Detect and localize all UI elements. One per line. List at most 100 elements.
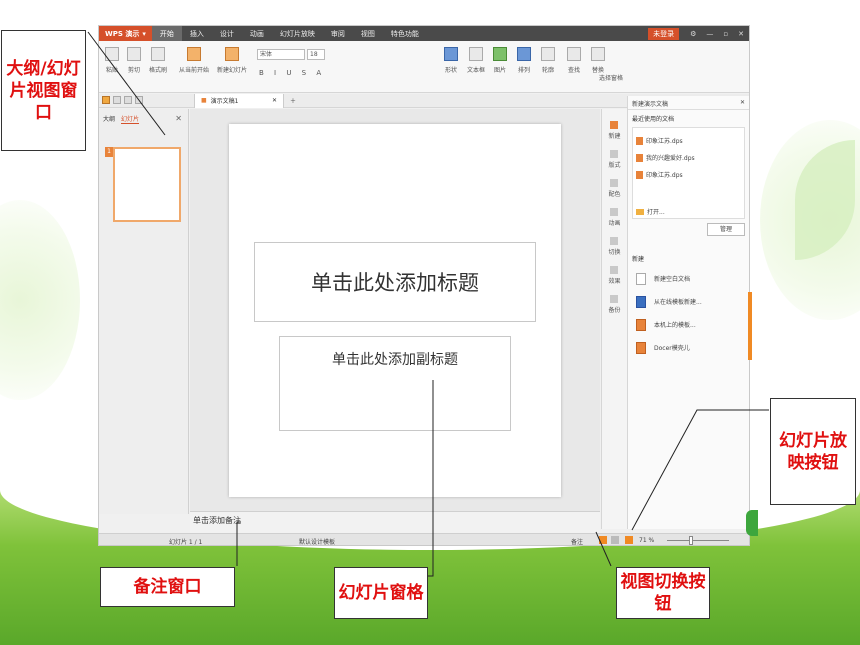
title-placeholder[interactable]: 单击此处添加标题	[254, 242, 536, 322]
print-icon[interactable]	[135, 96, 143, 104]
callout-slideshow-button: 幻灯片放映按钮	[770, 398, 856, 505]
shape-icon	[444, 47, 458, 61]
format-painter-button[interactable]: 格式刷	[149, 47, 167, 74]
sorter-view-icon[interactable]	[611, 536, 619, 544]
quick-access-toolbar	[102, 96, 143, 104]
dps-file-icon	[636, 170, 643, 179]
notes-toggle-button[interactable]: 备注	[571, 537, 583, 545]
new-local-template-item[interactable]: 本机上的模板...	[628, 313, 749, 336]
tab-home[interactable]: 开始	[151, 26, 182, 41]
side-backup-button[interactable]: 备份	[608, 295, 621, 314]
slideshow-icon[interactable]	[625, 536, 633, 544]
picture-button[interactable]: 图片	[493, 47, 507, 74]
textbox-icon	[469, 47, 483, 61]
tab-insert[interactable]: 插入	[182, 26, 212, 41]
animation-icon	[610, 208, 619, 216]
paste-button[interactable]: 粘贴	[105, 47, 119, 74]
close-pane-icon[interactable]: ✕	[175, 114, 182, 123]
new-slide-button[interactable]: 新建幻灯片	[217, 47, 247, 74]
font-name-select[interactable]: 宋体	[257, 49, 305, 60]
green-edge-decoration	[746, 510, 758, 536]
add-tab-icon[interactable]: ＋	[290, 96, 296, 105]
chevron-down-icon: ▾	[142, 29, 146, 38]
side-new-button[interactable]: 新建	[608, 121, 621, 140]
zoom-slider-thumb[interactable]	[689, 536, 693, 545]
slide-canvas[interactable]: 单击此处添加标题 单击此处添加副标题	[229, 124, 561, 497]
recent-file-item[interactable]: 我的兴趣爱好.dps	[636, 149, 741, 166]
recent-file-item[interactable]: 印象江苏.dps	[636, 166, 741, 183]
manage-button[interactable]: 管理	[707, 223, 745, 236]
callout-slide-pane: 幻灯片窗格	[334, 567, 428, 619]
callout-outline-view: 大纲/幻灯片视图窗口	[1, 30, 86, 151]
new-online-template-item[interactable]: 从在线模板新建...	[628, 290, 749, 313]
cut-button[interactable]: 剪切	[127, 47, 141, 74]
side-color-button[interactable]: 配色	[608, 179, 621, 198]
side-effect-button[interactable]: 效果	[608, 266, 621, 285]
close-tab-icon[interactable]: ✕	[272, 97, 277, 104]
shape-button[interactable]: 形状	[444, 47, 458, 74]
new-icon	[610, 121, 619, 129]
minimize-icon[interactable]: —	[701, 30, 718, 38]
blank-doc-icon	[636, 272, 646, 285]
task-pane-title: 新建演示文稿	[632, 101, 669, 108]
app-menu-button[interactable]: WPS 演示 ▾	[99, 26, 152, 41]
format-buttons[interactable]: B I U S A	[259, 69, 325, 77]
open-file-link[interactable]: 打开...	[636, 207, 741, 216]
select-pane-button[interactable]: 选择窗格	[599, 73, 623, 82]
document-tab[interactable]: ■ 演示文稿1 ✕	[194, 93, 284, 108]
side-animation-button[interactable]: 动画	[608, 208, 621, 227]
side-layout-button[interactable]: 版式	[608, 150, 621, 169]
tab-outline[interactable]: 大纲	[103, 114, 115, 124]
zoom-slider[interactable]	[667, 540, 729, 541]
settings-icon[interactable]: ⚙	[685, 30, 701, 38]
dps-file-icon	[636, 136, 643, 145]
local-template-icon	[636, 318, 646, 331]
textbox-button[interactable]: 文本框	[467, 47, 485, 74]
callout-notes-window: 备注窗口	[100, 567, 235, 607]
document-icon: ■	[201, 97, 207, 104]
undo-icon[interactable]	[113, 96, 121, 104]
ribbon: 粘贴 剪切 格式刷 从当前开始 新建幻灯片 宋体 18 B I U S A 形状…	[99, 41, 749, 93]
subtitle-placeholder[interactable]: 单击此处添加副标题	[279, 336, 511, 431]
app-label: WPS 演示	[105, 29, 140, 38]
tab-slides[interactable]: 幻灯片	[121, 114, 140, 124]
replace-button[interactable]: 替换	[591, 47, 605, 74]
arrange-icon	[517, 47, 531, 61]
outline-button[interactable]: 轮廓	[541, 47, 555, 74]
tab-view[interactable]: 视图	[353, 26, 383, 41]
new-docer-item[interactable]: Docer模壳儿	[628, 336, 749, 359]
tab-slideshow[interactable]: 幻灯片放映	[272, 26, 323, 41]
save-icon[interactable]	[102, 96, 110, 104]
task-pane-header: 新建演示文稿 ✕	[628, 96, 749, 110]
normal-view-icon[interactable]	[599, 536, 607, 544]
slide-thumbnail[interactable]	[113, 147, 181, 222]
slide-number-badge: 1	[105, 147, 113, 157]
replace-icon	[591, 47, 605, 61]
close-icon[interactable]: ✕	[733, 30, 749, 38]
scissors-icon	[127, 47, 141, 61]
dps-file-icon	[636, 153, 643, 162]
maximize-icon[interactable]: ▫	[718, 30, 733, 38]
tab-review[interactable]: 审阅	[323, 26, 353, 41]
tab-special[interactable]: 特色功能	[383, 26, 427, 41]
online-template-icon	[636, 295, 646, 308]
from-current-button[interactable]: 从当前开始	[179, 47, 209, 74]
find-button[interactable]: 查找	[567, 47, 581, 74]
tab-animation[interactable]: 动画	[242, 26, 272, 41]
docer-icon	[636, 341, 646, 354]
login-button[interactable]: 未登录	[648, 27, 680, 40]
find-icon	[567, 47, 581, 61]
tab-design[interactable]: 设计	[212, 26, 242, 41]
recent-file-item[interactable]: 印象江苏.dps	[636, 132, 741, 149]
close-icon[interactable]: ✕	[740, 99, 745, 106]
outline-icon	[541, 47, 555, 61]
side-transition-button[interactable]: 切换	[608, 237, 621, 256]
redo-icon[interactable]	[124, 96, 132, 104]
notes-pane[interactable]: 单击添加备注	[190, 511, 600, 533]
font-size-select[interactable]: 18	[307, 49, 325, 60]
new-blank-item[interactable]: 新建空白文档	[628, 267, 749, 290]
transition-icon	[610, 237, 619, 245]
document-tab-label: 演示文稿1	[210, 98, 239, 105]
arrange-button[interactable]: 排列	[517, 47, 531, 74]
template-name: 默认设计模板	[299, 539, 336, 546]
